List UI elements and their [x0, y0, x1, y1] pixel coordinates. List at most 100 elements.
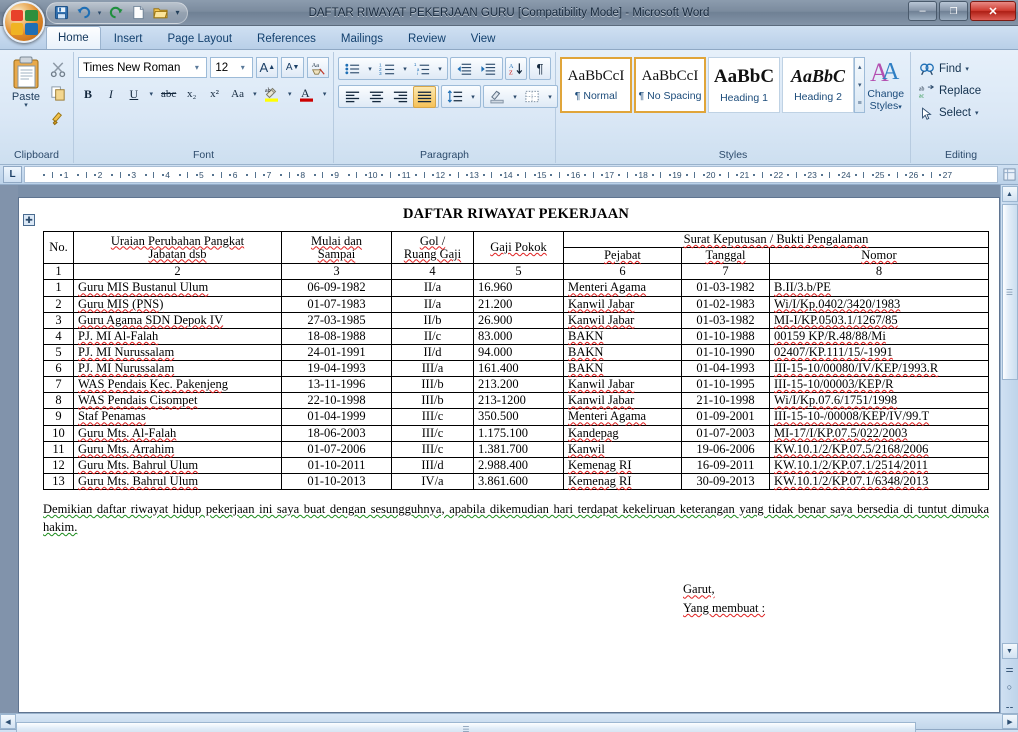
select-browse-object-icon[interactable]: ○ [1002, 679, 1018, 695]
table-row[interactable]: 4 PJ. MI Al-Falah 18-08-1988 II/c 83.000 BAKN… [43, 327, 989, 345]
shading-icon[interactable] [486, 86, 509, 108]
align-center-icon[interactable] [365, 86, 388, 108]
table-row[interactable]: 12 Guru Mts. Bahrul Ulum 01-10-2011 III/d 2.… [43, 456, 989, 474]
tab-review[interactable]: Review [396, 28, 458, 49]
maximize-button[interactable]: ❐ [939, 1, 968, 21]
shading-dropdown-icon[interactable]: ▾ [510, 86, 520, 108]
change-styles-button[interactable]: AA Change Styles▾ [865, 57, 906, 148]
table-row[interactable]: 1 Guru MIS Bustanul Ulum 06-09-1982 II/a 16.… [43, 279, 989, 297]
format-painter-icon[interactable] [48, 107, 69, 127]
numbering-dropdown-icon[interactable]: ▾ [400, 58, 410, 80]
tab-insert[interactable]: Insert [102, 28, 155, 49]
style-normal[interactable]: AaBbCcI ¶ Normal [560, 57, 632, 113]
scroll-left-button[interactable]: ◀ [0, 714, 16, 729]
style-no-spacing[interactable]: AaBbCcI ¶ No Spacing [634, 57, 706, 113]
open-folder-icon[interactable] [150, 4, 170, 22]
increase-indent-icon[interactable] [477, 58, 500, 80]
font-color-icon[interactable]: A [297, 83, 317, 105]
new-document-icon[interactable] [128, 4, 148, 22]
redo-icon[interactable] [106, 4, 126, 22]
vertical-scroll-thumb[interactable]: ☰ [1001, 204, 1018, 380]
style-heading-2[interactable]: AaBbC Heading 2 [782, 57, 854, 113]
decrease-indent-icon[interactable] [453, 58, 476, 80]
align-left-icon[interactable] [341, 86, 364, 108]
close-button[interactable]: ✕ [970, 1, 1016, 21]
scroll-down-button[interactable]: ▼ [1001, 643, 1018, 659]
tab-view[interactable]: View [459, 28, 508, 49]
document-page[interactable]: ✚ DAFTAR RIWAYAT PEKERJAAN No. Uraian Pe… [18, 197, 1000, 713]
select-dropdown-icon[interactable]: ▾ [975, 109, 979, 117]
text-highlight-color-icon[interactable]: ab [262, 83, 282, 105]
strikethrough-button[interactable]: abc [159, 83, 179, 105]
styles-scroll-down-icon[interactable]: ▾ [855, 76, 864, 94]
grow-font-button[interactable]: A ▲ [256, 57, 279, 78]
table-row[interactable]: 11 Guru Mts. Arrahim 01-07-2006 III/c 1.381.… [43, 440, 989, 458]
table-row[interactable]: 13 Guru Mts. Bahrul Ulum 01-10-2013 IV/a 3.8… [43, 472, 989, 491]
save-icon[interactable] [51, 4, 71, 22]
highlight-dropdown-icon[interactable]: ▾ [285, 83, 294, 105]
font-size-arrow-icon[interactable]: ▾ [235, 58, 250, 77]
styles-more-icon[interactable]: ≡ [855, 95, 864, 113]
clear-formatting-icon[interactable]: Aa [306, 57, 330, 78]
underline-button[interactable]: U [124, 83, 144, 105]
table-row[interactable]: 8 WAS Pendais Cisompet 22-10-1998 III/b 213-… [43, 392, 989, 410]
table-move-handle[interactable]: ✚ [23, 214, 35, 226]
previous-page-icon[interactable]: ⚌ [1002, 661, 1018, 677]
tab-stop-selector[interactable]: L [3, 166, 22, 183]
multilevel-list-icon[interactable]: 1ai [411, 58, 434, 80]
next-page-icon[interactable]: ⚋ [1002, 697, 1018, 713]
select-button[interactable]: Select ▾ [915, 102, 1007, 124]
subscript-button[interactable]: x₂ [182, 83, 202, 105]
bullets-icon[interactable] [341, 58, 364, 80]
numbering-icon[interactable]: 123 [376, 58, 399, 80]
style-heading-1[interactable]: AaBbC Heading 1 [708, 57, 780, 113]
copy-icon[interactable] [48, 83, 69, 103]
show-formatting-marks-icon[interactable]: ¶ [529, 57, 551, 80]
line-spacing-icon[interactable] [444, 86, 467, 108]
justify-icon[interactable] [413, 85, 436, 108]
undo-icon[interactable] [73, 4, 93, 22]
tab-home[interactable]: Home [46, 26, 101, 49]
font-name-arrow-icon[interactable]: ▾ [189, 58, 204, 77]
table-row[interactable]: 5 PJ. MI Nurussalam 24-01-1991 II/d 94.000 BA… [43, 343, 989, 362]
replace-button[interactable]: ab ac Replace [915, 80, 1007, 102]
styles-scroll-up-icon[interactable]: ▴ [855, 58, 864, 76]
undo-dropdown-icon[interactable]: ▾ [95, 4, 104, 22]
view-ruler-toggle-icon[interactable] [1000, 166, 1018, 183]
shrink-font-button[interactable]: A ▼ [281, 57, 304, 78]
multilevel-dropdown-icon[interactable]: ▾ [435, 58, 445, 80]
find-button[interactable]: Find ▾ [915, 58, 1007, 80]
tab-mailings[interactable]: Mailings [329, 28, 395, 49]
borders-dropdown-icon[interactable]: ▾ [545, 86, 555, 108]
sort-icon[interactable]: AZ [505, 57, 527, 80]
align-right-icon[interactable] [389, 86, 412, 108]
tab-references[interactable]: References [245, 28, 328, 49]
table-row[interactable]: 9 Staf Penamas 01-04-1999 III/c 350.500 Mente… [43, 408, 989, 426]
horizontal-scroll-thumb[interactable]: ☰ [16, 721, 916, 732]
italic-button[interactable]: I [101, 83, 121, 105]
underline-dropdown-icon[interactable]: ▾ [147, 83, 156, 105]
horizontal-ruler[interactable]: 1 2 3 4 5 6 7 8 9 10 11 12 13 14 15 16 17 18 19 20 21 22 23 24 2… [24, 166, 998, 183]
line-spacing-dropdown-icon[interactable]: ▾ [468, 86, 478, 108]
minimize-button[interactable]: – [908, 1, 937, 21]
horizontal-scrollbar[interactable]: ◀ ☰ ▶ [0, 713, 1018, 732]
bullets-dropdown-icon[interactable]: ▾ [365, 58, 375, 80]
vertical-scrollbar[interactable]: ▲ ☰ ▼ ⚌ ○ ⚋ [1000, 185, 1018, 713]
office-button[interactable] [3, 1, 45, 43]
tab-page-layout[interactable]: Page Layout [155, 28, 244, 49]
paste-button[interactable]: Paste ▾ [4, 54, 48, 148]
scroll-right-button[interactable]: ▶ [1002, 714, 1018, 729]
table-row[interactable]: 7 WAS Pendais Kec. Pakenjeng 13-11-1996 III… [43, 376, 989, 394]
superscript-button[interactable]: x² [205, 83, 225, 105]
find-dropdown-icon[interactable]: ▾ [965, 65, 969, 73]
paste-dropdown-icon[interactable]: ▾ [24, 102, 28, 109]
cut-scissors-icon[interactable] [48, 59, 69, 79]
font-size-combobox[interactable]: 12 ▾ [210, 57, 254, 78]
table-row[interactable]: 10 Guru Mts. Al-Falah 18-06-2003 III/c 1.175… [43, 424, 989, 442]
change-case-button[interactable]: Aa [228, 83, 248, 105]
table-row[interactable]: 3 Guru Agama SDN Depok IV 27-03-1985 II/b 26… [43, 311, 989, 329]
work-history-table[interactable]: No. Uraian Perubahan Pangkat Jabatan dsb… [43, 230, 989, 491]
customize-qat-icon[interactable]: ▾ [172, 4, 183, 22]
scroll-up-button[interactable]: ▲ [1001, 186, 1018, 202]
change-case-dropdown-icon[interactable]: ▾ [251, 83, 260, 105]
